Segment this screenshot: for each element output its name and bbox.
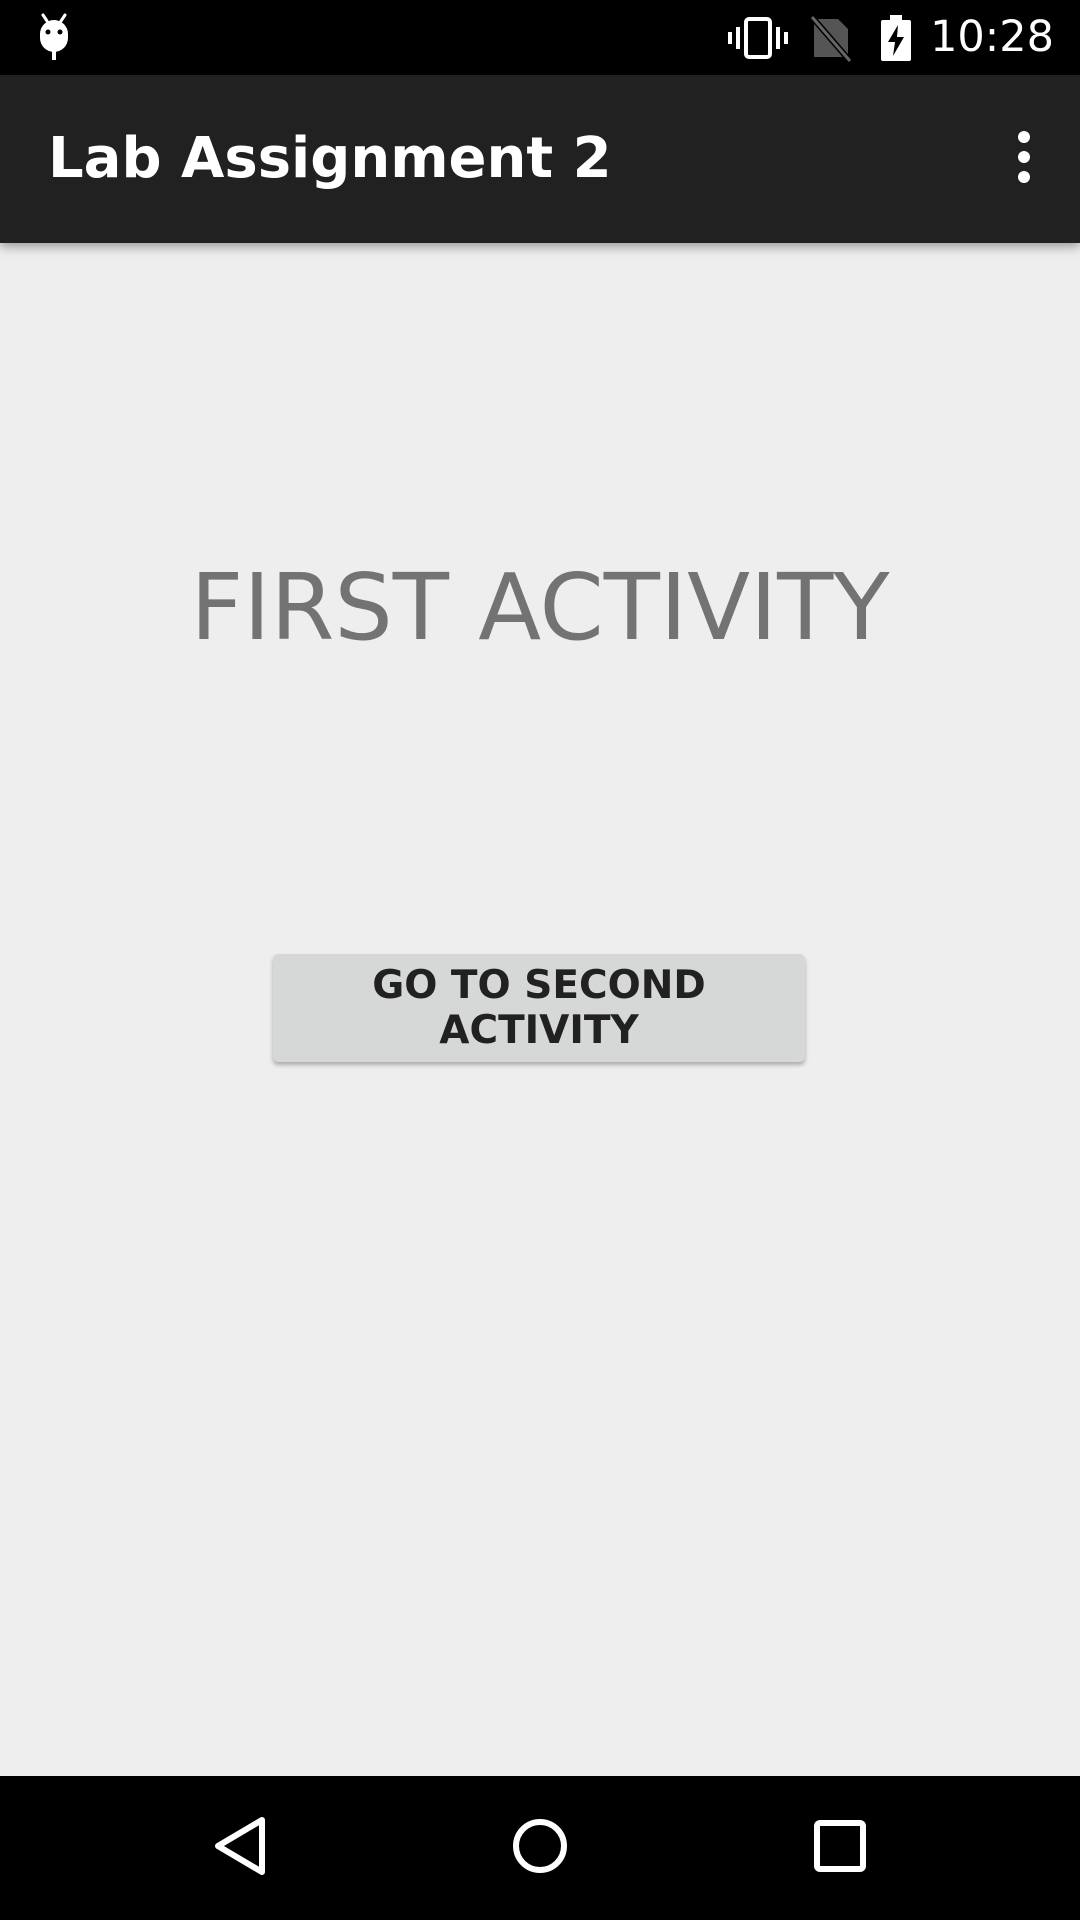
no-sim-icon — [808, 13, 854, 63]
battery-charging-icon — [878, 13, 914, 63]
vibrate-icon — [728, 13, 789, 63]
main-content: FIRST ACTIVITY GO TO SECOND ACTIVITY — [0, 243, 1080, 1776]
back-button[interactable] — [190, 1798, 290, 1898]
recents-button[interactable] — [790, 1798, 890, 1898]
back-icon — [210, 1814, 270, 1882]
go-to-second-activity-button[interactable]: GO TO SECOND ACTIVITY — [273, 954, 805, 1062]
home-icon — [510, 1816, 570, 1880]
status-bar: 10:28 — [0, 0, 1080, 75]
navigation-bar — [0, 1776, 1080, 1920]
home-button[interactable] — [490, 1798, 590, 1898]
app-title: Lab Assignment 2 — [48, 126, 612, 191]
recents-icon — [812, 1818, 868, 1878]
status-icons: 10:28 — [728, 0, 1080, 75]
app-bar: Lab Assignment 2 — [0, 75, 1080, 243]
status-clock: 10:28 — [930, 12, 1054, 62]
android-debug-icon — [34, 12, 74, 62]
overflow-menu-button[interactable] — [984, 119, 1064, 199]
activity-heading: FIRST ACTIVITY — [190, 554, 890, 661]
overflow-menu-icon — [1014, 129, 1034, 189]
